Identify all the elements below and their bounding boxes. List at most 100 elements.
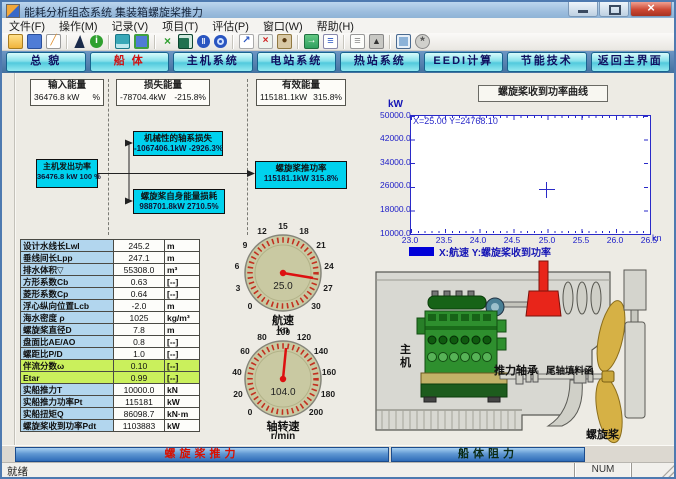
resize-grip[interactable] — [661, 465, 674, 478]
param-unit: m³ — [165, 264, 200, 276]
param-value[interactable]: 55308.0 — [114, 264, 165, 276]
menu-evaluate[interactable]: 评估(P) — [205, 18, 256, 34]
save-icon[interactable] — [27, 34, 42, 49]
gauge-tick: 12 — [252, 226, 272, 236]
loss-energy-value: -78704.4kW — [120, 92, 166, 103]
engine-output-title: 主机发出功率 — [37, 160, 97, 172]
nav-heat-station-system[interactable]: 热站系统 — [340, 52, 420, 72]
nav-main-engine-system[interactable]: 主机系统 — [173, 52, 253, 72]
info-icon[interactable]: i — [90, 35, 103, 48]
param-value[interactable]: 1.0 — [114, 348, 165, 360]
close-button[interactable] — [630, 2, 672, 17]
param-value[interactable]: 10000.0 — [114, 384, 165, 396]
gauge-tick: 0 — [240, 407, 260, 417]
x-tick: 23.0 — [394, 235, 426, 245]
ship-diagram — [370, 258, 670, 444]
param-label: 设计水线长Lwl — [21, 240, 114, 252]
param-value[interactable]: 7.8 — [114, 324, 165, 336]
menu-window[interactable]: 窗口(W) — [256, 18, 310, 34]
param-value[interactable]: 0.63 — [114, 276, 165, 288]
param-unit: m — [165, 300, 200, 312]
window-list-icon[interactable]: ≡ — [323, 34, 338, 49]
nav-hull[interactable]: 船 体 — [90, 52, 170, 72]
application-window: 能耗分析组态系统 集装箱螺旋桨推力 文件(F) 操作(M) 记录(V) 项目(T… — [0, 0, 676, 479]
menu-bar: 文件(F) 操作(M) 记录(V) 项目(T) 评估(P) 窗口(W) 帮助(H… — [2, 18, 674, 34]
shaft-loss-value: -1067406.1kW -2926.3% — [134, 144, 222, 154]
chart-icon[interactable] — [178, 34, 193, 49]
param-unit: kN — [165, 384, 200, 396]
gauge-tick: 15 — [273, 221, 293, 231]
param-value[interactable]: 245.2 — [114, 240, 165, 252]
panel-icon[interactable] — [115, 34, 130, 49]
menu-operate[interactable]: 操作(M) — [52, 18, 105, 34]
maximize-button[interactable] — [599, 2, 629, 17]
report-icon[interactable]: ● — [277, 34, 292, 49]
param-unit: [--] — [165, 348, 200, 360]
input-energy-value: 36476.8 kW — [34, 92, 79, 103]
nav-power-station-system[interactable]: 电站系统 — [257, 52, 337, 72]
param-value[interactable]: 247.1 — [114, 252, 165, 264]
chart-plot-area[interactable] — [410, 115, 651, 235]
param-value[interactable]: 86098.7 — [114, 408, 165, 420]
ship-icon[interactable] — [73, 35, 86, 48]
gauge-tick: 6 — [227, 261, 247, 271]
chart-title: 螺旋桨收到功率曲线 — [478, 85, 608, 102]
param-value[interactable]: 1103883 — [114, 420, 165, 432]
tab-hull-resistance[interactable]: 船体阻力 — [391, 447, 585, 462]
prop-self-loss-box: 螺旋桨自身能量损耗 988701.8kW 2710.5% — [133, 189, 225, 214]
delete-chart-icon[interactable]: × — [258, 34, 273, 49]
table-row-highlight: 伴流分数ω0.10[--] — [21, 360, 200, 372]
param-value[interactable]: 0.8 — [114, 336, 165, 348]
chart-x-unit: kn — [652, 233, 662, 243]
table-row: 螺旋桨收到功率Pdt1103883kW — [21, 420, 200, 432]
maximize-view-icon[interactable]: × — [161, 35, 174, 48]
settings-icon[interactable]: * — [415, 34, 430, 49]
pause-icon[interactable]: ‖ — [197, 35, 210, 48]
curve-icon[interactable]: ↗ — [239, 34, 254, 49]
menu-help[interactable]: 帮助(H) — [310, 18, 361, 34]
gauge-tick: 30 — [306, 301, 326, 311]
gauge-tick: 24 — [319, 261, 339, 271]
table-row-highlight: Etar0.99[--] — [21, 372, 200, 384]
parameters-table: 设计水线长Lwl245.2m 垂线间长Lpp247.1m 排水体积▽55308.… — [20, 239, 200, 432]
nav-eedi-calc[interactable]: EEDI计算 — [424, 52, 504, 72]
nav-overview[interactable]: 总 貌 — [6, 52, 86, 72]
param-value[interactable]: 0.10 — [114, 360, 165, 372]
user-icon[interactable]: ▲ — [369, 34, 384, 49]
param-value[interactable]: 0.99 — [114, 372, 165, 384]
param-value[interactable]: 115181 — [114, 396, 165, 408]
prop-thrust-power-box: 螺旋桨推功率 115181.1kW 315.8% — [255, 161, 347, 189]
nav-return-main[interactable]: 返回主界面 — [591, 52, 671, 72]
param-label: 浮心纵向位置Lcb — [21, 300, 114, 312]
table-row: 设计水线长Lwl245.2m — [21, 240, 200, 252]
menu-file[interactable]: 文件(F) — [2, 18, 52, 34]
funnel-pipe — [539, 261, 548, 292]
param-value[interactable]: 0.64 — [114, 288, 165, 300]
chart-y-unit: kW — [388, 99, 418, 110]
param-unit: m — [165, 252, 200, 264]
status-ready-text: 就绪 — [7, 464, 28, 479]
image-icon[interactable] — [396, 34, 411, 49]
document-icon[interactable]: ≡ — [350, 34, 365, 49]
x-tick: 25.5 — [565, 235, 597, 245]
import-icon[interactable]: → — [304, 34, 319, 49]
param-value[interactable]: -2.0 — [114, 300, 165, 312]
menu-record[interactable]: 记录(V) — [105, 18, 156, 34]
minimize-button[interactable] — [568, 2, 598, 17]
input-energy-title: 输入能量 — [31, 80, 103, 92]
run-icon[interactable] — [214, 35, 227, 48]
title-bar: 能耗分析组态系统 集装箱螺旋桨推力 — [2, 2, 674, 19]
param-value[interactable]: 1025 — [114, 312, 165, 324]
menu-project[interactable]: 项目(T) — [155, 18, 205, 34]
save-config-icon[interactable] — [134, 34, 149, 49]
tab-propeller-thrust[interactable]: 螺旋桨推力 — [15, 447, 389, 462]
gauge-tick: 9 — [235, 240, 255, 250]
power-curve-chart[interactable]: 螺旋桨收到功率曲线 kW 50000.0 42000.0 34000.0 260… — [380, 85, 672, 265]
table-row: 海水密度 ρ1025kg/m³ — [21, 312, 200, 324]
nav-energy-saving[interactable]: 节能技术 — [507, 52, 587, 72]
engine-output-value: 36476.8 kW 100 % — [37, 172, 97, 182]
gauge-tick: 40 — [227, 367, 247, 377]
edit-icon[interactable]: ╱ — [46, 34, 61, 49]
open-icon[interactable] — [8, 34, 23, 49]
param-label: 实船推力T — [21, 384, 114, 396]
